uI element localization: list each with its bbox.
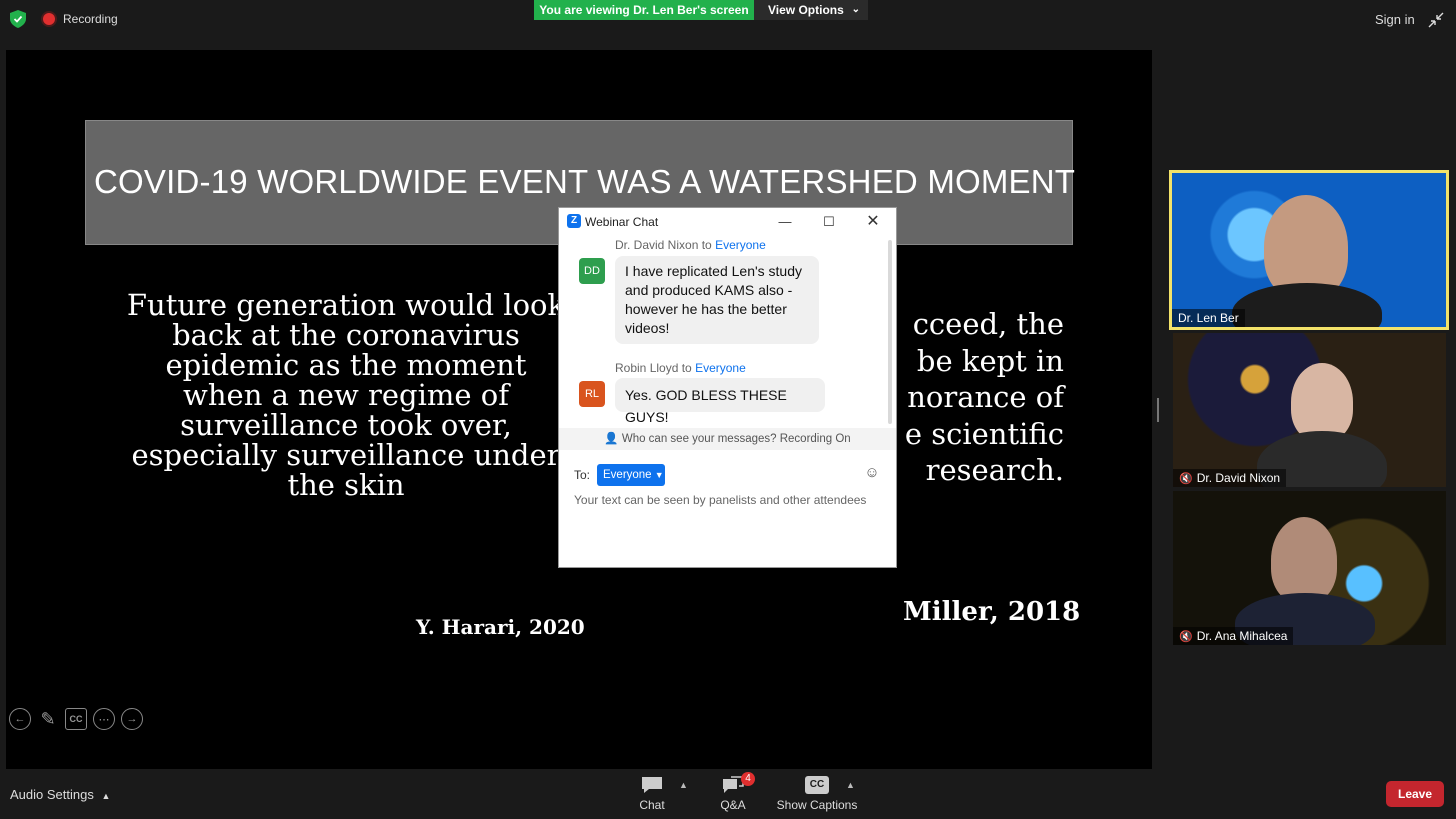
captions-icon: CC — [805, 776, 829, 794]
people-icon: 👤 — [604, 433, 619, 445]
slide-title: COVID-19 WORLDWIDE EVENT WAS A WATERSHED… — [94, 163, 1076, 200]
view-options-button[interactable]: View Options ⌄ — [754, 0, 868, 20]
pen-icon[interactable]: ✎ — [37, 708, 59, 730]
participant-body — [1232, 283, 1382, 327]
participant-name-tag: 🔇 Dr. David Nixon — [1173, 469, 1287, 487]
right-quote-line: be kept in — [916, 343, 1064, 378]
shield-check-icon[interactable] — [10, 10, 26, 28]
right-quote-line: e scientific — [904, 416, 1064, 451]
left-quote-line: especially surveillance under — [131, 438, 561, 472]
right-quote-line: cceed, the — [912, 307, 1064, 341]
chat-icon — [642, 777, 662, 793]
left-quote-line: back at the coronavirus — [172, 318, 520, 352]
recording-label[interactable]: Recording — [63, 12, 118, 26]
left-quote-line: surveillance took over, — [180, 408, 512, 442]
left-quote-line: when a new regime of — [183, 378, 509, 412]
webinar-chat-window[interactable]: Z Webinar Chat — ☐ ✕ Dr. David Nixon to … — [558, 207, 897, 568]
right-quote: cceed, the be kept in norance of e scien… — [886, 306, 1064, 489]
chevron-up-icon[interactable]: ▲ — [846, 780, 855, 790]
message-visibility-notice[interactable]: 👤 Who can see your messages? Recording O… — [559, 428, 896, 450]
view-options-label: View Options — [768, 3, 844, 17]
more-options-icon[interactable]: ⋯ — [93, 708, 115, 730]
minimize-icon[interactable]: — — [777, 214, 793, 230]
emoji-icon[interactable]: ☺ — [864, 465, 880, 481]
chat-scrollbar[interactable] — [888, 240, 892, 424]
right-quote-line: research. — [925, 453, 1064, 487]
chevron-up-icon: ▲ — [101, 791, 111, 801]
next-slide-icon[interactable]: → — [121, 708, 143, 730]
participant-face — [1271, 517, 1337, 603]
muted-mic-icon: 🔇 — [1179, 630, 1193, 643]
left-quote: Future generation would look back at the… — [96, 290, 596, 500]
message-sender: Robin Lloyd to Everyone — [615, 361, 746, 375]
citation-left: Y. Harari, 2020 — [416, 615, 585, 639]
citation-right: Miller, 2018 — [903, 597, 1081, 627]
left-quote-line: the skin — [287, 468, 405, 502]
exit-fullscreen-icon[interactable] — [1428, 12, 1444, 28]
zoom-logo-icon: Z — [567, 214, 581, 228]
chevron-down-icon: ▼ — [654, 470, 664, 480]
qa-count-badge: 4 — [741, 772, 755, 786]
muted-mic-icon: 🔇 — [1179, 472, 1193, 485]
recording-icon — [43, 13, 55, 25]
chat-window-title: Webinar Chat — [585, 215, 659, 229]
message-sender: Dr. David Nixon to Everyone — [615, 238, 766, 252]
message-bubble: I have replicated Len's study and produc… — [615, 256, 819, 344]
participant-name-tag: 🔇 Dr. Ana Mihalcea — [1173, 627, 1294, 645]
leave-button[interactable]: Leave — [1386, 781, 1444, 807]
previous-slide-icon[interactable]: ← — [9, 708, 31, 730]
chat-button[interactable]: Chat — [632, 776, 672, 812]
recipient-dropdown[interactable]: Everyone ▼ — [597, 464, 665, 486]
to-label: To: — [574, 468, 591, 482]
panel-resize-handle[interactable] — [1157, 398, 1159, 422]
video-tile-ana-mihalcea[interactable]: 🔇 Dr. Ana Mihalcea — [1173, 491, 1446, 645]
captions-icon[interactable]: CC — [65, 708, 87, 730]
message-bubble: Yes. GOD BLESS THESE GUYS! — [615, 378, 825, 425]
chevron-down-icon: ⌄ — [851, 4, 860, 15]
audio-settings-button[interactable]: Audio Settings ▲ — [10, 787, 110, 802]
chevron-up-icon[interactable]: ▲ — [679, 780, 688, 790]
video-tile-david-nixon[interactable]: 🔇 Dr. David Nixon — [1173, 333, 1446, 487]
participant-face — [1291, 363, 1353, 441]
close-icon[interactable]: ✕ — [865, 214, 881, 230]
sign-in-button[interactable]: Sign in — [1375, 12, 1415, 27]
avatar: DD — [579, 258, 605, 284]
viewing-screen-banner: You are viewing Dr. Len Ber's screen — [534, 0, 754, 20]
slide-toolbar: ← ✎ CC ⋯ → — [9, 708, 143, 732]
participant-name-tag: Dr. Len Ber — [1172, 309, 1245, 327]
left-quote-line: epidemic as the moment — [165, 348, 527, 382]
video-tile-len-ber[interactable]: Dr. Len Ber — [1169, 170, 1449, 330]
avatar: RL — [579, 381, 605, 407]
right-quote-line: norance of — [907, 380, 1064, 414]
maximize-icon[interactable]: ☐ — [821, 214, 837, 230]
left-quote-line: Future generation would look — [126, 288, 566, 322]
chat-input[interactable]: Your text can be seen by panelists and o… — [574, 493, 866, 507]
